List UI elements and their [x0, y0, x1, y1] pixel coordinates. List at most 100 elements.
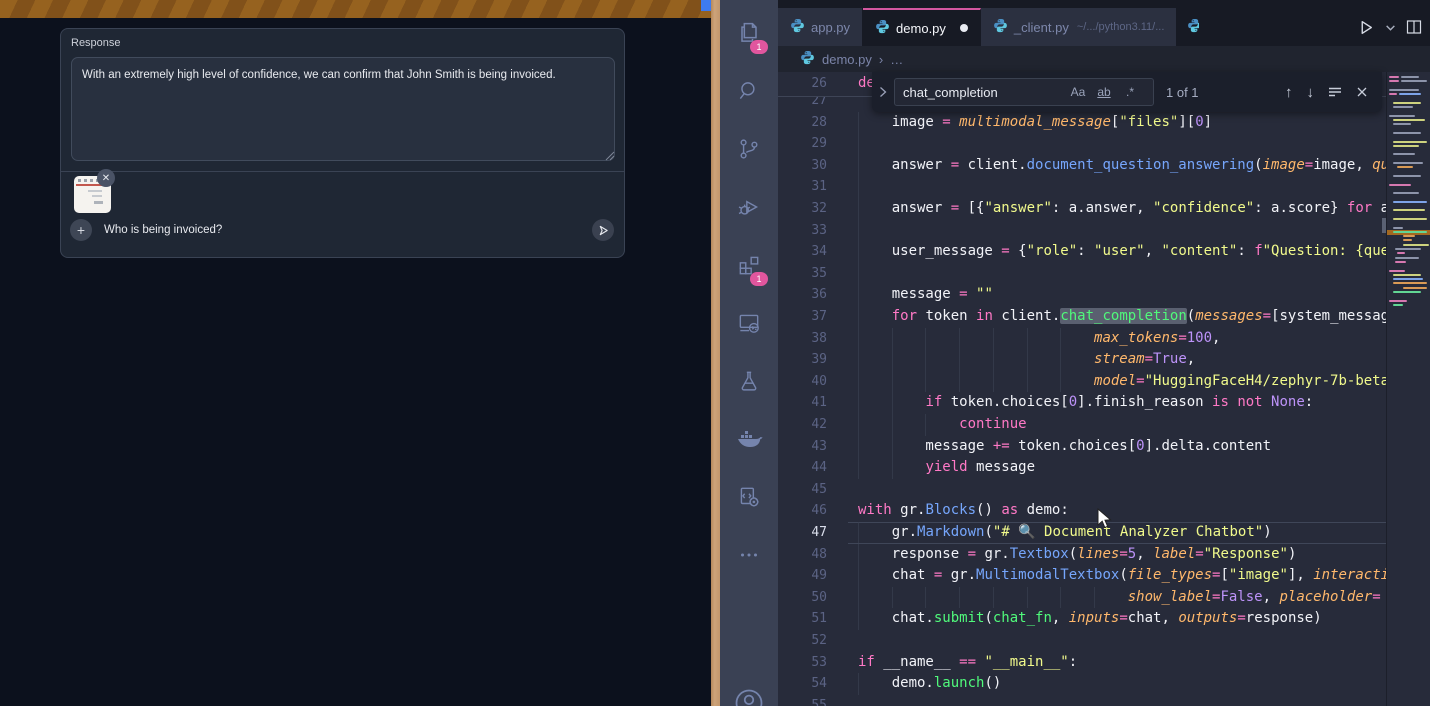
activity-code-runner[interactable]	[720, 470, 778, 528]
find-input-box: Aa ab .*	[894, 78, 1154, 106]
minimap-line	[1403, 287, 1427, 289]
code-line-40: 40 model="HuggingFaceH4/zephyr-7b-beta")…	[778, 371, 1386, 393]
response-label: Response	[71, 37, 121, 49]
run-dropdown-button[interactable]	[1385, 22, 1396, 33]
loading-accent-bar	[0, 0, 711, 20]
tab-description: ~/.../python3.11/...	[1077, 21, 1165, 33]
toggle-replace-chevron[interactable]	[872, 86, 894, 98]
close-find-button[interactable]	[1356, 86, 1368, 98]
code-line-35: 35	[778, 263, 1386, 285]
tab-demo.py[interactable]: demo.py	[863, 8, 981, 46]
code-line-47: 47 gr.Markdown("# 🔍 Document Analyzer Ch…	[778, 522, 1386, 544]
minimap-line	[1403, 244, 1429, 246]
regex-button[interactable]: .*	[1117, 85, 1143, 99]
line-number: 49	[778, 565, 827, 587]
split-editor-button[interactable]	[1406, 19, 1422, 35]
add-file-button[interactable]: +	[70, 219, 92, 241]
line-number: 39	[778, 349, 827, 371]
minimap-line	[1393, 209, 1425, 211]
activity-run-debug[interactable]	[720, 180, 778, 238]
line-number: 48	[778, 544, 827, 566]
editor-group: app.pydemo.py_client.py~/.../python3.11/…	[778, 0, 1430, 706]
activity-extensions[interactable]: 1	[720, 238, 778, 296]
match-case-button[interactable]: Aa	[1065, 85, 1091, 99]
badge: 1	[750, 272, 768, 286]
python-icon	[993, 18, 1008, 36]
minimap-line	[1403, 235, 1415, 237]
whole-word-button[interactable]: ab	[1091, 85, 1117, 99]
minimap-line	[1393, 153, 1415, 155]
line-number: 44	[778, 457, 827, 479]
line-number: 38	[778, 328, 827, 350]
minimap-line	[1389, 80, 1399, 82]
find-in-selection-button[interactable]	[1328, 86, 1342, 98]
scrollbar-marker	[1382, 218, 1386, 233]
line-number: 33	[778, 220, 827, 242]
minimap-line	[1393, 278, 1423, 280]
breadcrumb-more[interactable]: …	[890, 52, 903, 67]
source-control-icon	[736, 136, 762, 167]
minimap-line	[1393, 106, 1413, 108]
find-input[interactable]	[895, 84, 1065, 101]
minimap-line	[1393, 227, 1403, 229]
line-number: 51	[778, 608, 827, 630]
tab-fragment[interactable]	[1177, 8, 1199, 46]
line-number: 34	[778, 241, 827, 263]
more-icon	[736, 542, 762, 573]
minimap[interactable]	[1387, 72, 1430, 706]
code-line-46: 46with gr.Blocks() as demo:	[778, 500, 1386, 522]
vscode-window: 11 app.pydemo.py_client.py~/.../python3.…	[720, 0, 1430, 706]
thumb-line	[92, 195, 102, 197]
code-line-44: 44 yield message	[778, 457, 1386, 479]
code-line-52: 52	[778, 630, 1386, 652]
response-textarea[interactable]: With an extremely high level of confiden…	[71, 57, 615, 161]
code-line-28: 28 image = multimodal_message["files"][0…	[778, 112, 1386, 134]
line-number: 42	[778, 414, 827, 436]
code-line-53: 53if __name__ == "__main__":	[778, 652, 1386, 674]
activity-explorer[interactable]: 1	[720, 6, 778, 64]
code-line-42: 42 continue	[778, 414, 1386, 436]
find-previous-button[interactable]: ↑	[1285, 84, 1293, 101]
minimap-line	[1393, 132, 1421, 134]
activity-source-control[interactable]	[720, 122, 778, 180]
code-line-30: 30 answer = client.document_question_ans…	[778, 155, 1386, 177]
search-icon	[736, 78, 762, 109]
response-panel: Response With an extremely high level of…	[60, 28, 625, 258]
line-number: 40	[778, 371, 827, 393]
minimap-line	[1389, 115, 1415, 117]
breadcrumb-file[interactable]: demo.py	[822, 52, 872, 67]
find-next-button[interactable]: ↓	[1307, 84, 1315, 101]
activity-bar: 11	[720, 0, 778, 706]
send-button[interactable]	[592, 219, 614, 241]
breadcrumb[interactable]: demo.py › …	[778, 46, 1430, 72]
code-editor[interactable]: 2728 image = multimodal_message["files"]…	[778, 72, 1430, 706]
tab-bar: app.pydemo.py_client.py~/.../python3.11/…	[778, 0, 1430, 46]
activity-testing[interactable]	[720, 354, 778, 412]
docker-icon	[735, 425, 763, 458]
tab-app.py[interactable]: app.py	[778, 8, 863, 46]
code-line-41: 41 if token.choices[0].finish_reason is …	[778, 392, 1386, 414]
window-divider[interactable]	[711, 0, 720, 706]
chat-input-text[interactable]: Who is being invoiced?	[104, 224, 222, 236]
activity-docker[interactable]	[720, 412, 778, 470]
code-line-55: 55	[778, 695, 1386, 706]
code-line-51: 51 chat.submit(chat_fn, inputs=chat, out…	[778, 608, 1386, 630]
minimap-line	[1393, 102, 1421, 104]
activity-account[interactable]	[720, 688, 778, 706]
find-results-count: 1 of 1	[1166, 85, 1199, 100]
code-line-36: 36 message = ""	[778, 284, 1386, 306]
minimap-line	[1393, 201, 1427, 203]
code-line-32: 32 answer = [{"answer": a.answer, "confi…	[778, 198, 1386, 220]
remote-explorer-icon	[736, 310, 762, 341]
remove-attachment-button[interactable]: ✕	[97, 169, 115, 187]
line-number: 53	[778, 652, 827, 674]
activity-remote-explorer[interactable]	[720, 296, 778, 354]
activity-search[interactable]	[720, 64, 778, 122]
code-line-48: 48 response = gr.Textbox(lines=5, label=…	[778, 544, 1386, 566]
tab-_client.py[interactable]: _client.py~/.../python3.11/...	[981, 8, 1177, 46]
code-runner-icon	[736, 484, 762, 515]
code-line-29: 29	[778, 133, 1386, 155]
run-python-button[interactable]	[1358, 19, 1375, 36]
code-line-33: 33	[778, 220, 1386, 242]
activity-more[interactable]	[720, 528, 778, 586]
